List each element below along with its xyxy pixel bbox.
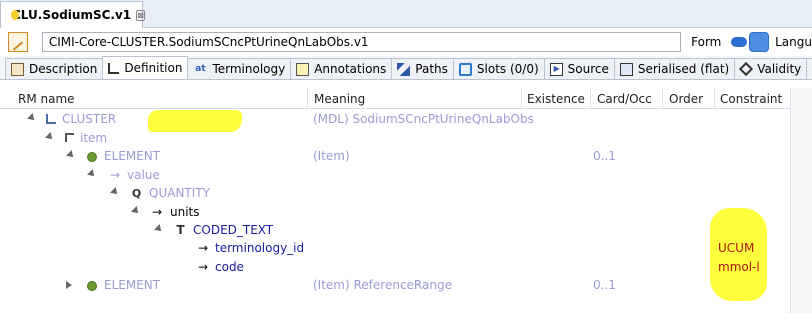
tab-definition[interactable]: Definition bbox=[102, 56, 189, 79]
rm-name: value bbox=[127, 168, 160, 182]
rm-name: code bbox=[215, 260, 244, 274]
column-order[interactable]: Order bbox=[669, 92, 703, 106]
collapse-toggle-icon[interactable] bbox=[27, 113, 37, 123]
serialised-icon bbox=[619, 62, 633, 76]
attribute-icon bbox=[65, 133, 74, 142]
tree-row-coded-text[interactable]: T CODED_TEXT bbox=[0, 222, 790, 240]
tab-slots-label: Slots (0/0) bbox=[476, 62, 539, 76]
close-icon[interactable]: ⊠ bbox=[136, 9, 145, 21]
tab-slots[interactable]: Slots (0/0) bbox=[452, 58, 545, 79]
tab-annotations-label: Annotations bbox=[314, 62, 387, 76]
tab-validity-label: Validity bbox=[757, 62, 802, 76]
column-separator bbox=[714, 88, 715, 109]
constraint-value: UCUM bbox=[718, 241, 755, 255]
rm-name: item bbox=[80, 131, 108, 145]
collapse-toggle-icon[interactable] bbox=[45, 132, 55, 142]
coded-text-icon: T bbox=[176, 223, 185, 237]
column-separator bbox=[521, 88, 522, 109]
arrow-icon: → bbox=[110, 168, 121, 182]
language-label: Langu bbox=[775, 35, 812, 49]
cluster-icon bbox=[46, 114, 56, 124]
rm-name: terminology_id bbox=[215, 241, 305, 255]
rm-name: units bbox=[170, 205, 200, 219]
validity-icon bbox=[739, 61, 754, 77]
column-constraint[interactable]: Constraint bbox=[720, 92, 782, 106]
editor-tab[interactable]: CLU.SodiumSC.v1 ⊠ bbox=[0, 1, 145, 28]
tree-row-cluster[interactable]: CLUSTER (MDL) SodiumSCncPtUrineQnLabObs bbox=[0, 111, 790, 129]
collapse-toggle-icon[interactable] bbox=[131, 206, 141, 216]
tree-row-quantity[interactable]: Q QUANTITY bbox=[0, 185, 790, 203]
arrow-icon: → bbox=[198, 260, 209, 274]
column-meaning[interactable]: Meaning bbox=[314, 92, 365, 106]
tree-row-item[interactable]: item bbox=[0, 130, 790, 148]
meaning: (Item) ReferenceRange bbox=[313, 278, 452, 292]
tree-row-units[interactable]: → units bbox=[0, 204, 790, 222]
tab-terminology[interactable]: at Terminology bbox=[187, 58, 292, 79]
arrow-icon: → bbox=[152, 205, 163, 219]
tab-terminology-label: Terminology bbox=[212, 62, 286, 76]
editor-tab-title: CLU.SodiumSC.v1 bbox=[12, 8, 132, 22]
form-toggle-icon[interactable] bbox=[749, 32, 770, 52]
rm-name: ELEMENT bbox=[104, 278, 161, 292]
expand-toggle-icon[interactable] bbox=[66, 281, 72, 289]
card-occ: 0..1 bbox=[593, 149, 616, 163]
tab-serialised-label: Serialised (flat) bbox=[637, 62, 730, 76]
rm-name: CLUSTER bbox=[62, 112, 117, 126]
vertical-scrollbar[interactable] bbox=[790, 88, 812, 313]
tab-description-label: Description bbox=[29, 62, 98, 76]
tree-row-element-reference-range[interactable]: ELEMENT (Item) ReferenceRange 0..1 bbox=[0, 277, 790, 295]
description-icon bbox=[11, 62, 24, 76]
constraint-value: mmol-l bbox=[718, 260, 760, 274]
identifier-row: CIMI-Core-CLUSTER.SodiumSCncPtUrineQnLab… bbox=[0, 28, 812, 56]
archetype-id-field[interactable]: CIMI-Core-CLUSTER.SodiumSCncPtUrineQnLab… bbox=[41, 32, 682, 52]
column-existence[interactable]: Existence bbox=[527, 92, 585, 106]
tab-overflow[interactable] bbox=[806, 58, 812, 79]
terminology-icon: at bbox=[195, 63, 206, 74]
editor-tab-strip: CLU.SodiumSC.v1 ⊠ bbox=[0, 0, 812, 28]
form-toggle[interactable] bbox=[731, 37, 748, 47]
collapse-toggle-icon[interactable] bbox=[110, 187, 120, 197]
view-tab-bar: Description Definition at Terminology An… bbox=[0, 56, 812, 80]
meaning: (MDL) SodiumSCncPtUrineQnLabObs bbox=[313, 112, 534, 126]
column-separator bbox=[307, 88, 308, 109]
collapse-toggle-icon[interactable] bbox=[66, 150, 76, 160]
source-icon bbox=[549, 62, 563, 76]
tree-row-code[interactable]: → code mmol-l bbox=[0, 259, 790, 277]
paths-icon bbox=[397, 62, 411, 76]
tab-definition-label: Definition bbox=[124, 61, 183, 75]
tab-description[interactable]: Description bbox=[5, 58, 104, 79]
meaning: (Item) bbox=[313, 149, 350, 163]
rm-name: CODED_TEXT bbox=[193, 223, 274, 237]
tab-paths[interactable]: Paths bbox=[391, 58, 454, 79]
tab-serialised[interactable]: Serialised (flat) bbox=[613, 58, 736, 79]
tree-row-terminology-id[interactable]: → terminology_id UCUM bbox=[0, 240, 790, 258]
edit-archetype-icon[interactable] bbox=[8, 32, 28, 52]
tab-source-label: Source bbox=[567, 62, 609, 76]
arrow-icon: → bbox=[198, 241, 209, 255]
tab-validity[interactable]: Validity bbox=[734, 58, 808, 79]
element-icon bbox=[87, 152, 97, 162]
card-occ: 0..1 bbox=[593, 278, 616, 292]
rm-name: ELEMENT bbox=[104, 149, 161, 163]
tree-row-element[interactable]: ELEMENT (Item) 0..1 bbox=[0, 148, 790, 166]
column-card-occ[interactable]: Card/Occ bbox=[597, 92, 652, 106]
tab-source[interactable]: Source bbox=[543, 58, 615, 79]
column-separator bbox=[662, 88, 663, 109]
column-separator bbox=[590, 88, 591, 109]
tab-paths-label: Paths bbox=[415, 62, 448, 76]
element-icon bbox=[87, 281, 97, 291]
table-header: RM name Meaning Existence Card/Occ Order… bbox=[0, 88, 812, 109]
annotations-icon bbox=[296, 62, 310, 76]
definition-icon bbox=[108, 62, 120, 74]
quantity-icon: Q bbox=[131, 187, 142, 200]
collapse-toggle-icon[interactable] bbox=[87, 169, 97, 179]
tree-row-value[interactable]: → value bbox=[0, 167, 790, 185]
tab-annotations[interactable]: Annotations bbox=[290, 58, 393, 79]
form-label: Form bbox=[691, 35, 722, 49]
collapse-toggle-icon[interactable] bbox=[154, 224, 164, 234]
column-rm-name[interactable]: RM name bbox=[18, 92, 75, 106]
slots-icon bbox=[458, 62, 472, 76]
rm-name: QUANTITY bbox=[149, 186, 210, 200]
